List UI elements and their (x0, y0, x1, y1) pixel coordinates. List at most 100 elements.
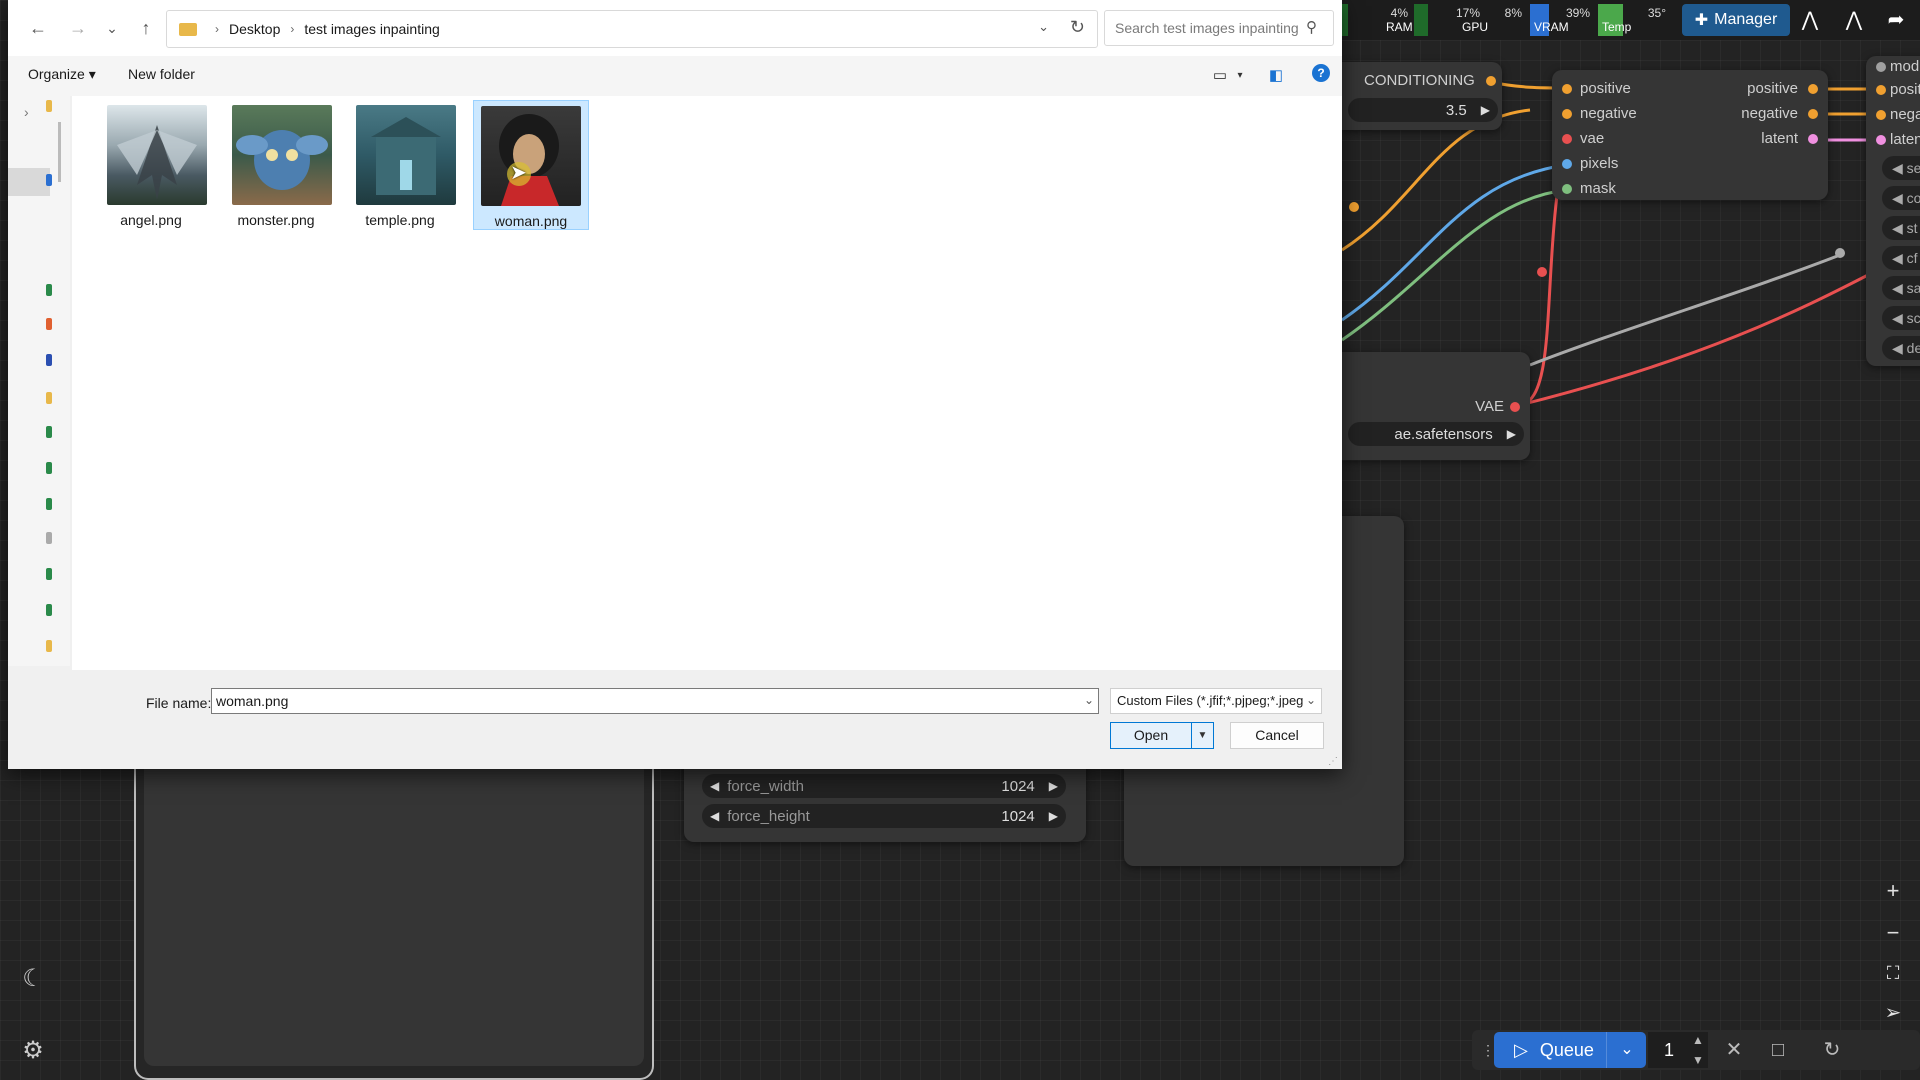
breadcrumb-desktop[interactable]: Desktop (229, 21, 280, 37)
view-options-icon[interactable]: ▭ (1210, 66, 1230, 86)
widget-label: cf (1906, 250, 1918, 266)
chevron-down-small-icon[interactable]: ▼ (1684, 1050, 1712, 1070)
decrement-arrow-icon[interactable]: ◀ (702, 809, 727, 823)
input-label-negative: negative (1580, 105, 1637, 122)
help-icon[interactable]: ? (1312, 64, 1330, 82)
refresh-icon[interactable]: ↻ (1818, 1036, 1846, 1064)
new-folder-button[interactable]: New folder (128, 66, 195, 82)
ksampler-widget-scheduler[interactable]: ◀ sc (1882, 306, 1920, 330)
guidance-widget[interactable]: 3.5 ▶ (1348, 98, 1498, 122)
inpaint-model-conditioning-node[interactable]: positive negative vae pixels mask positi… (1552, 70, 1828, 200)
search-input[interactable]: Search test images inpainting (1104, 10, 1334, 46)
moon-icon[interactable]: ☾ (18, 964, 48, 994)
ksampler-widget-cfg[interactable]: ◀ cf (1882, 246, 1920, 270)
expand-chevron-icon[interactable]: › (24, 104, 29, 120)
queue-mode-dropdown[interactable]: ⌄ (1606, 1032, 1647, 1068)
nav-selected-item[interactable] (8, 168, 50, 196)
navigate-icon[interactable]: ➢ (1880, 1000, 1906, 1026)
zoom-out-icon[interactable]: − (1880, 920, 1906, 946)
fit-view-icon[interactable]: ⛶ (1880, 960, 1906, 986)
input-slot-negative[interactable] (1562, 109, 1572, 119)
manager-button[interactable]: ✚ Manager (1682, 4, 1790, 36)
gear-icon[interactable]: ⚙ (18, 1036, 48, 1066)
input-slot-mask[interactable] (1562, 184, 1572, 194)
stop-icon[interactable]: □ (1764, 1036, 1792, 1064)
output-slot-negative[interactable] (1808, 109, 1818, 119)
increment-arrow-icon[interactable]: ▶ (1041, 779, 1066, 793)
input-slot-latent[interactable] (1876, 135, 1886, 145)
increment-arrow-icon[interactable]: ▶ (1499, 427, 1524, 441)
up-arrow-icon[interactable]: ↑ (132, 14, 160, 42)
filter-chevron-icon[interactable]: ⌄ (1306, 693, 1316, 707)
folder-icon (46, 174, 52, 186)
search-icon[interactable]: ⚲ (1306, 18, 1317, 36)
back-arrow-icon[interactable]: ← (24, 14, 52, 42)
manager-label: Manager (1714, 11, 1778, 28)
file-name-chevron-icon[interactable]: ⌄ (1084, 693, 1094, 707)
input-slot-positive-2[interactable] (1876, 85, 1886, 95)
vae-name-widget[interactable]: ae.safetensors ▶ (1348, 422, 1524, 446)
force-width-widget[interactable]: ◀ force_width 1024 ▶ (702, 774, 1066, 798)
chevron-up-icon[interactable]: ▲ (1684, 1030, 1712, 1050)
file-name: angel.png (120, 212, 182, 228)
share-icon[interactable]: ➦ (1884, 8, 1908, 32)
output-slot-positive[interactable] (1808, 84, 1818, 94)
force-width-value: 1024 (1001, 777, 1035, 795)
file-item-temple[interactable]: temple.png (342, 100, 458, 230)
vae-output-slot[interactable] (1510, 402, 1520, 412)
conditioning-node[interactable]: CONDITIONING 3.5 ▶ (1342, 62, 1502, 130)
view-chevron-icon[interactable]: ▾ (1230, 66, 1250, 86)
breadcrumb-current-folder[interactable]: test images inpainting (304, 21, 439, 37)
preview-pane-icon[interactable]: ◧ (1266, 66, 1286, 86)
vram-label: VRAM (1534, 20, 1569, 34)
conditioning-output-slot[interactable] (1486, 76, 1496, 86)
mouse-cursor-icon: ➤ (510, 162, 527, 184)
ksampler-widget-control[interactable]: ◀ co (1882, 186, 1920, 210)
vae-loader-node[interactable]: VAE ae.safetensors ▶ (1342, 352, 1530, 460)
input-slot-negative-2[interactable] (1876, 110, 1886, 120)
navigation-pane[interactable]: › (8, 96, 70, 666)
input-slot-positive[interactable] (1562, 84, 1572, 94)
ksampler-node[interactable]: mod posit nega laten ◀ se ◀ co ◀ st ◀ cf… (1866, 56, 1920, 366)
ksampler-widget-seed[interactable]: ◀ se (1882, 156, 1920, 180)
cancel-queue-icon[interactable]: ✕ (1720, 1036, 1748, 1064)
output-label-latent: latent (1761, 130, 1798, 147)
nav-scrollbar[interactable] (58, 122, 61, 182)
file-item-angel[interactable]: angel.png (93, 100, 209, 230)
force-height-widget[interactable]: ◀ force_height 1024 ▶ (702, 804, 1066, 828)
ksampler-widget-sampler[interactable]: ◀ sa (1882, 276, 1920, 300)
image-thumbnail (107, 105, 207, 205)
forward-arrow-icon[interactable]: → (64, 14, 92, 42)
input-slot-model[interactable] (1876, 62, 1886, 72)
image-thumbnail (356, 105, 456, 205)
file-type-filter[interactable]: Custom Files (*.jfif;*.pjpeg;*.jpeg (1110, 688, 1322, 714)
ksampler-widget-denoise[interactable]: ◀ de (1882, 336, 1920, 360)
open-options-chevron-icon[interactable]: ▼ (1192, 722, 1214, 749)
comfy-icon[interactable]: ⋀ (1798, 8, 1822, 32)
recent-chevron-icon[interactable]: ⌄ (98, 14, 126, 42)
load-image-node[interactable] (134, 760, 654, 1080)
increment-arrow-icon[interactable]: ▶ (1473, 103, 1498, 117)
ksampler-widget-steps[interactable]: ◀ st (1882, 216, 1920, 240)
image-resize-node[interactable]: ◀ force_width 1024 ▶ ◀ force_height 1024… (684, 760, 1086, 842)
file-item-monster[interactable]: monster.png (218, 100, 334, 230)
address-history-chevron-icon[interactable]: ⌄ (1038, 19, 1049, 35)
file-name-field[interactable] (211, 688, 1099, 714)
comfy-alt-icon[interactable]: ⋀ (1842, 8, 1866, 32)
cancel-button[interactable]: Cancel (1230, 722, 1324, 749)
resize-grip-icon[interactable]: ⋰ (1328, 756, 1338, 767)
input-label-positive: positive (1580, 80, 1631, 97)
increment-arrow-icon[interactable]: ▶ (1041, 809, 1066, 823)
open-button[interactable]: Open (1110, 722, 1192, 749)
input-slot-vae[interactable] (1562, 134, 1572, 144)
refresh-icon[interactable]: ↻ (1070, 17, 1085, 38)
folder-icon (179, 22, 197, 36)
input-slot-pixels[interactable] (1562, 159, 1572, 169)
address-bar[interactable]: › Desktop › test images inpainting ⌄ ↻ (166, 10, 1098, 48)
file-item-woman[interactable]: woman.png (473, 100, 589, 230)
zoom-in-icon[interactable]: + (1880, 878, 1906, 904)
drive-icon (46, 604, 52, 616)
decrement-arrow-icon[interactable]: ◀ (702, 779, 727, 793)
organize-button[interactable]: Organize ▾ (28, 66, 96, 83)
output-slot-latent[interactable] (1808, 134, 1818, 144)
